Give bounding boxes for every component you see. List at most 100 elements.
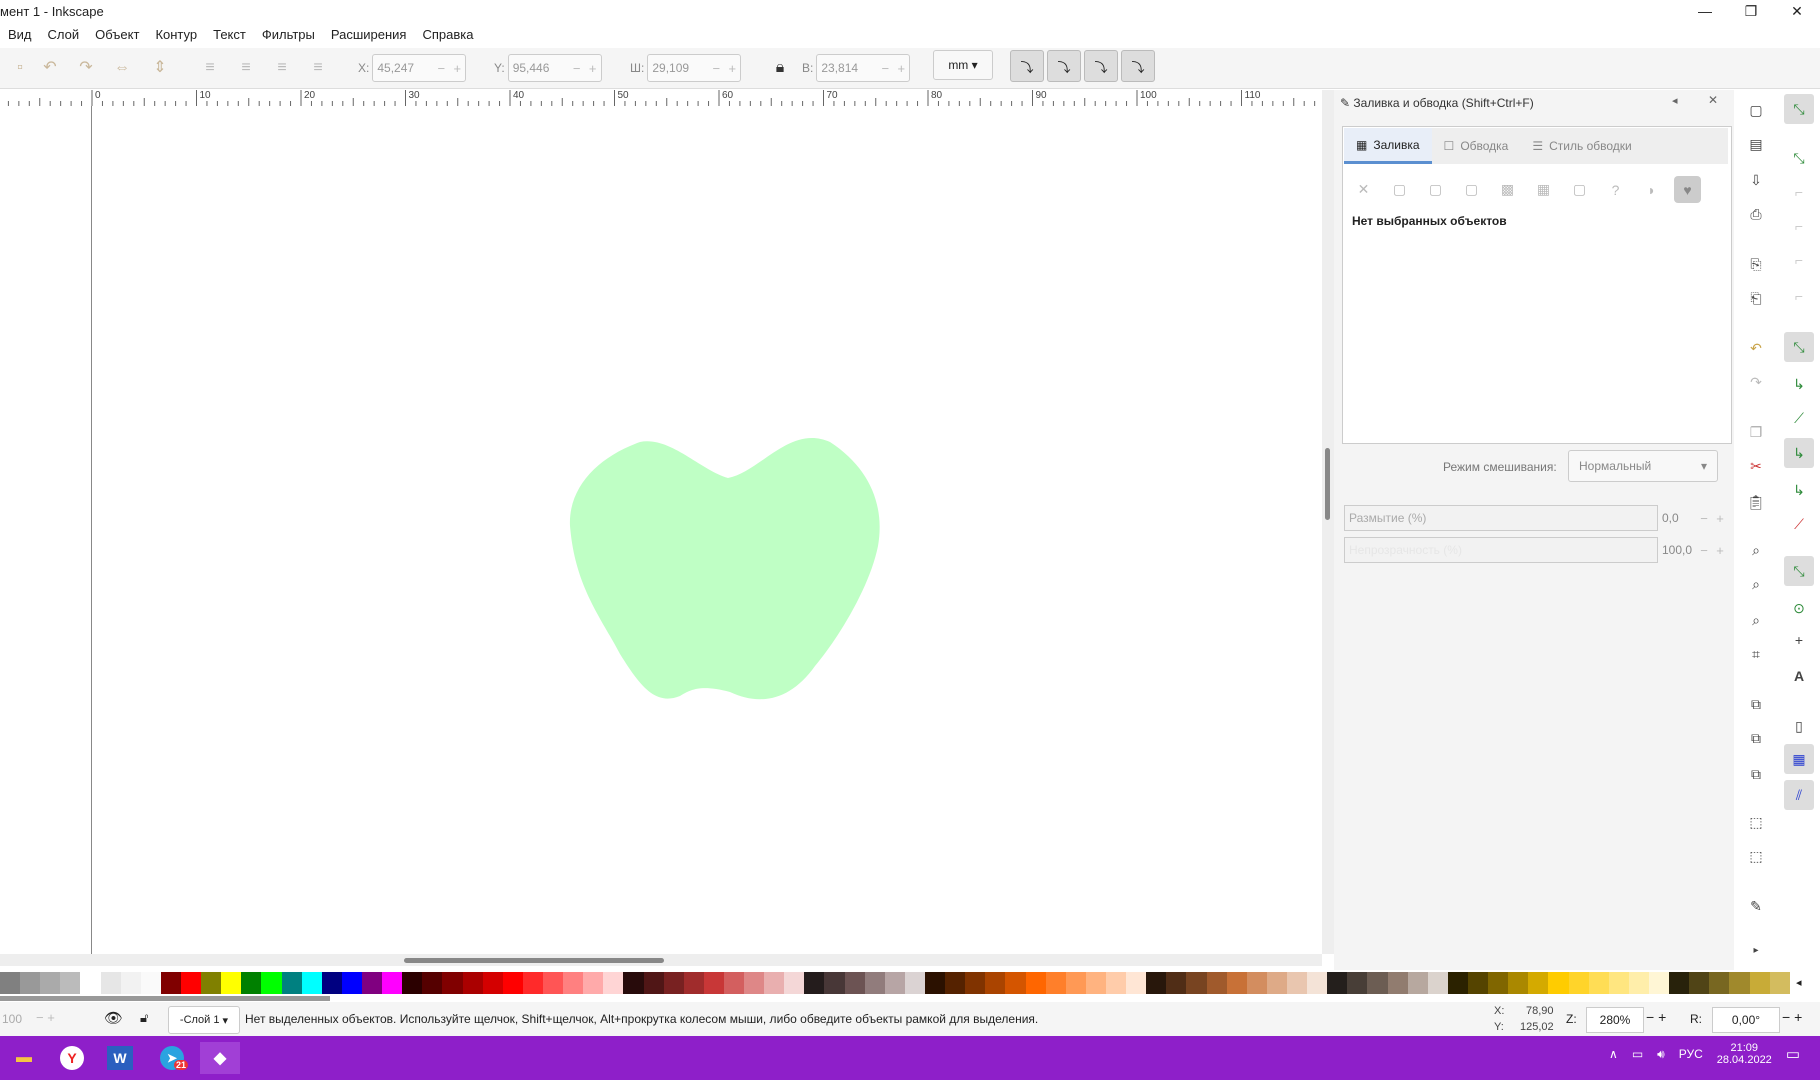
palette-swatch[interactable] bbox=[180, 972, 202, 994]
palette-swatch[interactable] bbox=[20, 972, 41, 994]
palette-swatch[interactable] bbox=[643, 972, 664, 994]
palette-swatch[interactable] bbox=[140, 972, 161, 994]
palette-swatch[interactable] bbox=[1407, 972, 1428, 994]
snap-grid-icon[interactable]: ▦ bbox=[1784, 744, 1814, 774]
undo-icon[interactable]: ↶ bbox=[1744, 336, 1768, 360]
opacity-decrement[interactable]: − bbox=[1696, 543, 1712, 558]
yandex-browser-icon[interactable]: Y bbox=[52, 1042, 92, 1074]
palette-swatch[interactable] bbox=[764, 972, 785, 994]
palette-swatch[interactable] bbox=[723, 972, 745, 994]
rotation-input[interactable]: 0,00° bbox=[1712, 1007, 1780, 1033]
palette-swatch[interactable] bbox=[1065, 972, 1086, 994]
redo-icon[interactable]: ↷ bbox=[1744, 370, 1768, 394]
volume-icon[interactable]: 🔊︎ bbox=[1657, 1047, 1665, 1062]
palette-swatch[interactable] bbox=[241, 972, 262, 994]
palette-swatch[interactable] bbox=[1347, 972, 1368, 994]
palette-swatch[interactable] bbox=[623, 972, 644, 994]
palette-swatch[interactable] bbox=[583, 972, 604, 994]
palette-swatch[interactable] bbox=[1548, 972, 1569, 994]
palette-swatch[interactable] bbox=[321, 972, 342, 994]
move-patterns-button[interactable]: ⤵ bbox=[1121, 50, 1155, 82]
palette-swatch[interactable] bbox=[1226, 972, 1247, 994]
vertical-scrollbar[interactable] bbox=[1322, 90, 1334, 954]
snap-paths-icon[interactable]: ↳ bbox=[1787, 372, 1811, 396]
snap-bbox-midpoint-icon[interactable]: ⌐ bbox=[1787, 248, 1811, 272]
palette-swatch[interactable] bbox=[925, 972, 946, 994]
horizontal-scroll-thumb[interactable] bbox=[404, 958, 664, 963]
move-gradients-button[interactable]: ⤵ bbox=[1084, 50, 1118, 82]
palette-swatch[interactable] bbox=[1528, 972, 1549, 994]
flip-horizontal-icon[interactable]: ⇔ bbox=[112, 58, 132, 78]
palette-swatch[interactable] bbox=[1427, 972, 1448, 994]
palette-swatch[interactable] bbox=[1669, 972, 1690, 994]
canvas[interactable] bbox=[0, 106, 1322, 954]
linear-gradient-icon[interactable]: ▢ bbox=[1422, 176, 1449, 203]
opacity-increment[interactable]: + bbox=[1712, 543, 1728, 558]
scale-corners-button[interactable]: ⤵ bbox=[1047, 50, 1081, 82]
palette-swatch[interactable] bbox=[100, 972, 121, 994]
mesh-gradient-icon[interactable]: ▩ bbox=[1494, 176, 1521, 203]
snap-cusp-nodes-icon[interactable]: ↳ bbox=[1784, 438, 1814, 468]
menu-path[interactable]: Контур bbox=[147, 24, 205, 46]
palette-swatch[interactable] bbox=[1085, 972, 1107, 994]
palette-swatch[interactable] bbox=[1709, 972, 1730, 994]
green-shape[interactable] bbox=[569, 437, 880, 700]
lock-icon[interactable]: 🔒︎ bbox=[770, 58, 790, 78]
palette-swatch[interactable] bbox=[1025, 972, 1046, 994]
palette-swatch[interactable] bbox=[864, 972, 885, 994]
word-icon[interactable]: W bbox=[100, 1042, 140, 1074]
paste-icon[interactable]: 📋︎ bbox=[1744, 490, 1768, 514]
palette-swatch[interactable] bbox=[1146, 972, 1167, 994]
new-document-icon[interactable]: ▢ bbox=[1744, 98, 1768, 122]
palette-swatch[interactable] bbox=[201, 972, 222, 994]
palette-swatch[interactable] bbox=[80, 972, 101, 994]
palette-swatch[interactable] bbox=[683, 972, 704, 994]
zoom-input[interactable]: 280% bbox=[1586, 1007, 1644, 1033]
palette-swatch[interactable] bbox=[402, 972, 423, 994]
tab-fill[interactable]: ▦ Заливка bbox=[1344, 128, 1432, 164]
rotate-ccw-icon[interactable]: ↶ bbox=[40, 58, 60, 78]
close-icon[interactable]: ✕ bbox=[1774, 0, 1820, 22]
tab-stroke-style[interactable]: ☰ Стиль обводки bbox=[1520, 128, 1643, 164]
palette-swatch[interactable] bbox=[563, 972, 584, 994]
lower-icon[interactable]: ≡ bbox=[272, 58, 292, 78]
width-input[interactable]: 29,109− + bbox=[647, 54, 742, 82]
blur-decrement[interactable]: − bbox=[1696, 511, 1712, 526]
palette-swatch[interactable] bbox=[522, 972, 543, 994]
snap-text-baseline-icon[interactable]: A bbox=[1787, 664, 1811, 688]
import-icon[interactable]: ⎘ bbox=[1744, 252, 1768, 276]
palette-swatch[interactable] bbox=[1588, 972, 1609, 994]
palette-swatch[interactable] bbox=[1287, 972, 1308, 994]
fill-rule-evenodd-icon[interactable]: ◗ bbox=[1638, 176, 1665, 203]
menu-filters[interactable]: Фильтры bbox=[254, 24, 323, 46]
stroke-width-value[interactable]: 100 bbox=[2, 1012, 22, 1026]
radial-gradient-icon[interactable]: ▢ bbox=[1458, 176, 1485, 203]
menu-extensions[interactable]: Расширения bbox=[323, 24, 415, 46]
tab-stroke-paint[interactable]: ☐ Обводка bbox=[1432, 128, 1521, 164]
vertical-scroll-thumb[interactable] bbox=[1325, 448, 1330, 520]
palette-swatch[interactable] bbox=[1387, 972, 1408, 994]
palette-swatch[interactable] bbox=[462, 972, 483, 994]
unit-select[interactable]: mm ▾ bbox=[933, 50, 993, 80]
menu-view[interactable]: Вид bbox=[0, 24, 40, 46]
palette-swatch[interactable] bbox=[60, 972, 81, 994]
layer-lock-icon[interactable]: 🔓︎ bbox=[140, 1010, 148, 1026]
lower-to-bottom-icon[interactable]: ≡ bbox=[308, 58, 328, 78]
snap-rotation-center-icon[interactable]: + bbox=[1787, 628, 1811, 652]
palette-swatch[interactable] bbox=[784, 972, 805, 994]
color-palette[interactable] bbox=[0, 972, 1790, 994]
palette-swatch[interactable] bbox=[945, 972, 966, 994]
dock-close-icon[interactable]: ✕ bbox=[1708, 93, 1718, 107]
palette-swatch[interactable] bbox=[844, 972, 865, 994]
copy-icon[interactable]: ❐ bbox=[1744, 420, 1768, 444]
palette-swatch[interactable] bbox=[603, 972, 624, 994]
menu-object[interactable]: Объект bbox=[87, 24, 147, 46]
palette-swatch[interactable] bbox=[1729, 972, 1750, 994]
palette-swatch[interactable] bbox=[120, 972, 141, 994]
no-paint-icon[interactable]: ✕ bbox=[1350, 176, 1377, 203]
palette-swatch[interactable] bbox=[1769, 972, 1790, 994]
snap-nodes-icon[interactable]: ⤡ bbox=[1784, 332, 1814, 362]
snap-guide-icon[interactable]: ⫽ bbox=[1784, 780, 1814, 810]
raise-icon[interactable]: ≡ bbox=[236, 58, 256, 78]
minimize-icon[interactable]: — bbox=[1682, 0, 1728, 22]
